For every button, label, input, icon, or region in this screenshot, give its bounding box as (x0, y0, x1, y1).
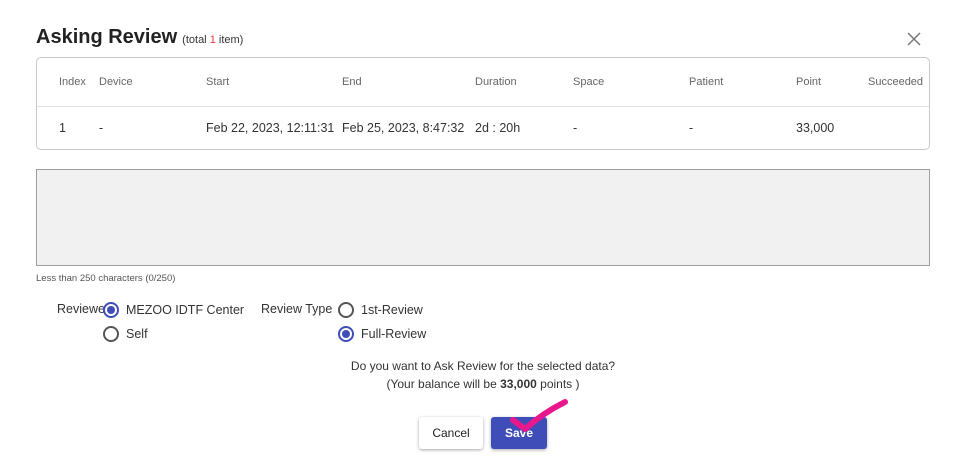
radio-unchecked-icon (103, 326, 119, 342)
selected-data-table: Index Device Start End Duration Space Pa… (36, 57, 930, 150)
comment-textarea[interactable] (36, 169, 930, 266)
close-icon (907, 32, 921, 46)
header-end[interactable]: End (342, 58, 362, 107)
balance-value: 33,000 (500, 377, 537, 391)
cancel-button[interactable]: Cancel (419, 417, 483, 449)
header-patient[interactable]: Patient (689, 58, 723, 107)
header-start[interactable]: Start (206, 58, 229, 107)
cell-point: 33,000 (796, 121, 835, 135)
dialog-item-count: (total 1 item) (182, 34, 243, 46)
header-succeeded[interactable]: Succeeded (868, 58, 923, 107)
radio-checked-icon (338, 326, 354, 342)
character-limit-hint: Less than 250 characters (0/250) (36, 273, 176, 284)
dialog-title-text: Asking Review (36, 26, 178, 48)
balance-info: (Your balance will be 33,000 points ) (0, 377, 966, 391)
radio-unchecked-icon (338, 302, 354, 318)
header-index[interactable]: Index (59, 58, 86, 107)
review-type-label: Review Type (261, 302, 333, 316)
reviewer-option-self[interactable]: Self (103, 326, 148, 342)
item-count-prefix: (total (182, 34, 207, 46)
radio-checked-icon (103, 302, 119, 318)
header-space[interactable]: Space (573, 58, 604, 107)
cell-start: Feb 22, 2023, 12:11:31 (206, 121, 335, 135)
header-device[interactable]: Device (99, 58, 133, 107)
review-type-option-full-label: Full-Review (361, 327, 427, 341)
header-point[interactable]: Point (796, 58, 821, 107)
balance-suffix: points ) (540, 377, 580, 391)
save-button[interactable]: Save (491, 417, 547, 449)
reviewer-option-mezoo-label: MEZOO IDTF Center (126, 303, 245, 317)
close-button[interactable] (904, 29, 924, 49)
item-count-value: 1 (209, 34, 216, 46)
cell-end: Feb 25, 2023, 8:47:32 (342, 121, 465, 135)
table-header: Index Device Start End Duration Space Pa… (37, 58, 929, 107)
reviewer-option-mezoo[interactable]: MEZOO IDTF Center (103, 302, 244, 318)
cell-space: - (573, 121, 578, 135)
cell-patient: - (689, 121, 694, 135)
confirm-question: Do you want to Ask Review for the select… (350, 359, 616, 373)
cell-device: - (99, 121, 104, 135)
cell-index: 1 (59, 121, 66, 135)
item-count-suffix: item) (218, 34, 244, 46)
table-row[interactable]: 1 - Feb 22, 2023, 12:11:31 Feb 25, 2023,… (37, 107, 929, 149)
review-type-option-1st-label: 1st-Review (361, 303, 423, 317)
review-type-option-full[interactable]: Full-Review (338, 326, 426, 342)
reviewer-option-self-label: Self (126, 327, 148, 341)
balance-prefix: (Your balance will be (386, 377, 497, 391)
cell-duration: 2d : 20h (475, 121, 521, 135)
header-duration[interactable]: Duration (475, 58, 517, 107)
dialog-title: Asking Review (total 1 item) (36, 26, 243, 49)
review-type-option-1st[interactable]: 1st-Review (338, 302, 423, 318)
